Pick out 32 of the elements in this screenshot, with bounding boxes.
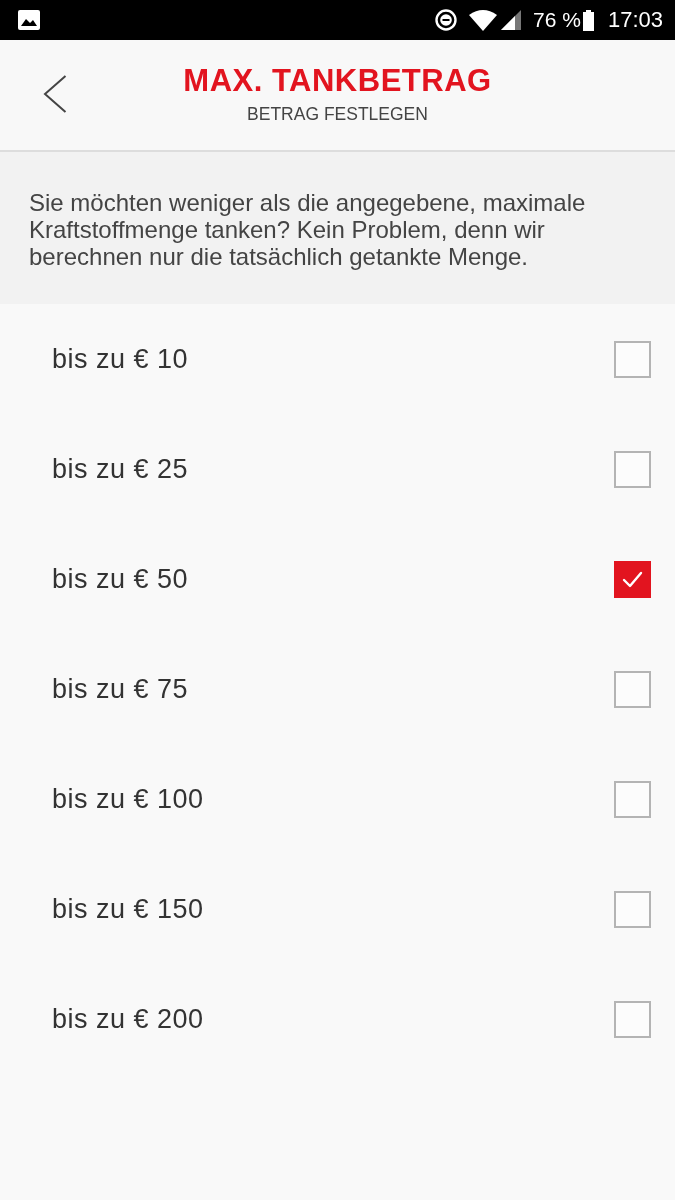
- amount-option[interactable]: bis zu € 150: [0, 854, 675, 964]
- screen-title: MAX. TANKBETRAG: [183, 63, 492, 99]
- amount-option[interactable]: bis zu € 200: [0, 964, 675, 1074]
- info-text: Sie möchten weniger als die angegebene, maximale Kraftstoffmenge tanken? Kein Problem, denn wir berechnen nur die tatsächlich getankte Menge.: [29, 189, 587, 270]
- option-label: bis zu € 100: [52, 783, 204, 815]
- option-label: bis zu € 75: [52, 673, 189, 705]
- option-label: bis zu € 150: [52, 893, 204, 925]
- amount-option[interactable]: bis zu € 25: [0, 414, 675, 524]
- back-icon: [43, 75, 67, 113]
- amount-option[interactable]: bis zu € 100: [0, 744, 675, 854]
- screen-subtitle: BETRAG FESTLEGEN: [247, 104, 428, 124]
- do-not-disturb-icon: [435, 9, 458, 31]
- wifi-icon: [469, 9, 498, 31]
- signal-icon: [501, 10, 522, 30]
- image-icon: [18, 10, 40, 30]
- checkbox[interactable]: [614, 450, 651, 488]
- option-label: bis zu € 200: [52, 1003, 204, 1035]
- checkbox[interactable]: [614, 1000, 651, 1038]
- checkbox[interactable]: [614, 670, 651, 708]
- checkbox[interactable]: [614, 890, 651, 928]
- option-label: bis zu € 50: [52, 563, 189, 595]
- checkbox[interactable]: [614, 340, 651, 378]
- checkbox[interactable]: [614, 560, 651, 598]
- battery-percentage: 76 %: [533, 8, 581, 32]
- amount-option[interactable]: bis zu € 10: [0, 304, 675, 414]
- option-label: bis zu € 10: [52, 343, 189, 375]
- amount-option[interactable]: bis zu € 50: [0, 524, 675, 634]
- checkbox[interactable]: [614, 780, 651, 818]
- amount-option[interactable]: bis zu € 75: [0, 634, 675, 744]
- clock-time: 17:03: [607, 8, 663, 32]
- battery-icon: [582, 9, 594, 31]
- option-label: bis zu € 25: [52, 453, 189, 485]
